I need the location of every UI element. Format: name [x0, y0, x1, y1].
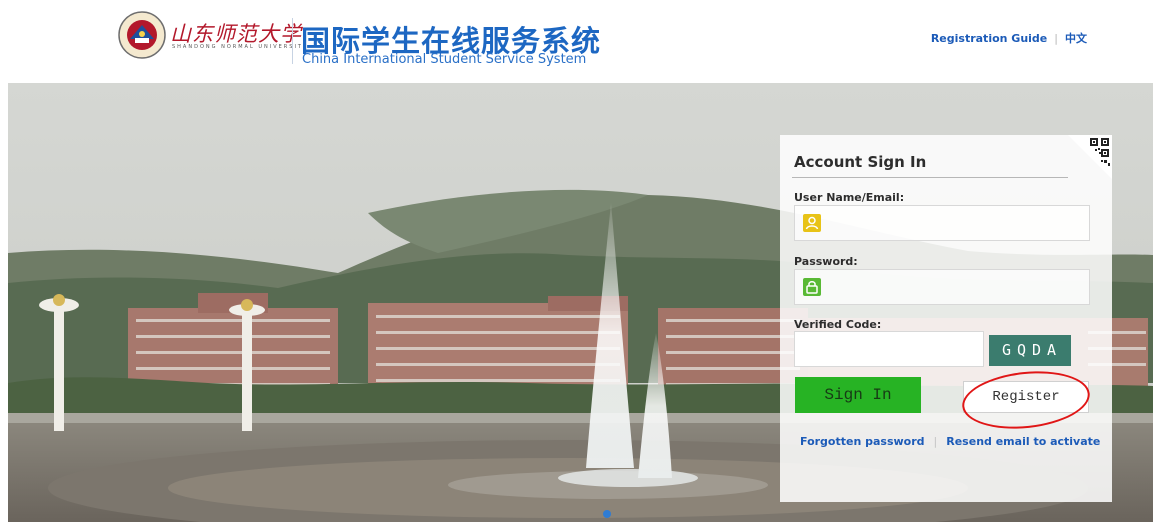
top-nav: Registration Guide | 中文 [931, 30, 1087, 46]
captcha-image[interactable]: GQDA [989, 335, 1071, 366]
registration-guide-link[interactable]: Registration Guide [931, 32, 1047, 45]
register-button[interactable]: Register [963, 381, 1089, 413]
university-name-en: SHANDONG NORMAL UNIVERSITY [172, 44, 309, 50]
logo-divider [292, 18, 293, 64]
password-label: Password: [794, 255, 858, 268]
site-header: 山东师范大学 SHANDONG NORMAL UNIVERSITY 国际学生在线… [0, 0, 1153, 80]
forgotten-password-link[interactable]: Forgotten password [800, 435, 925, 448]
password-input[interactable] [829, 276, 1083, 298]
verified-code-label: Verified Code: [794, 318, 882, 331]
resend-email-link[interactable]: Resend email to activate [946, 435, 1100, 448]
system-subtitle: China International Student Service Syst… [302, 52, 587, 67]
language-switch-link[interactable]: 中文 [1065, 32, 1087, 45]
qr-code-icon[interactable] [1068, 135, 1112, 179]
user-icon [803, 214, 821, 232]
username-field[interactable] [794, 205, 1090, 241]
lock-icon [803, 278, 821, 296]
sign-in-title: Account Sign In [794, 153, 927, 171]
verified-code-input[interactable] [795, 332, 983, 366]
account-links: Forgotten password | Resend email to activ… [800, 435, 1100, 448]
login-panel: Account Sign In User Name/Email: Passwor… [780, 135, 1112, 502]
sign-in-button[interactable]: Sign In [795, 377, 921, 413]
username-label: User Name/Email: [794, 191, 905, 204]
verified-code-field[interactable] [794, 331, 984, 367]
carousel-dot[interactable] [603, 510, 611, 518]
title-divider [792, 177, 1068, 178]
university-emblem-icon [118, 11, 166, 59]
links-separator: | [933, 435, 938, 448]
username-input[interactable] [829, 212, 1083, 234]
nav-separator: | [1054, 32, 1058, 45]
password-field[interactable] [794, 269, 1090, 305]
